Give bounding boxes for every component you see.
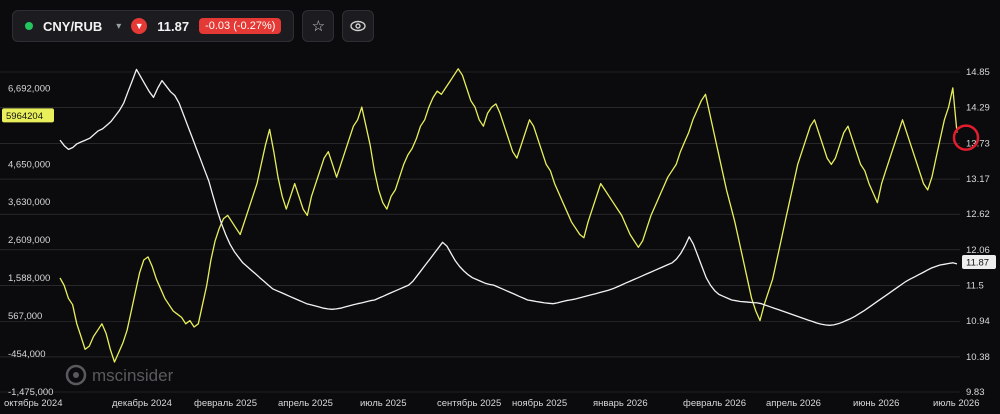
x-tick-label: декабрь 2024 [112,398,172,409]
watermark-text: mscinsider [92,366,174,385]
x-tick-label: сентябрь 2025 [437,398,501,409]
left-tick-label: 6,692,000 [8,83,50,94]
right-tick-label: 12.06 [966,245,990,256]
left-tick-label: 1,588,000 [8,273,50,284]
x-axis: октябрь 2024 декабрь 2024 февраль 2025 апре… [4,398,980,409]
x-tick-label: июль 2026 [933,398,980,409]
right-tick-label: 13.17 [966,174,990,185]
right-tick-label: 14.29 [966,103,990,114]
x-tick-label: октябрь 2024 [4,398,63,409]
x-tick-label: ноябрь 2025 [512,398,567,409]
x-tick-label: февраль 2026 [683,398,746,409]
x-tick-label: февраль 2025 [194,398,257,409]
right-highlight-label: 11.87 [966,257,989,268]
right-tick-label: 9.83 [966,387,985,398]
right-tick-label: 10.94 [966,316,990,327]
left-tick-label: -1,475,000 [8,387,53,398]
right-axis: 14.8514.2913.7313.1712.6212.0611.510.941… [962,67,996,398]
x-tick-label: июль 2025 [360,398,407,409]
x-tick-label: июнь 2026 [853,398,899,409]
price-chart[interactable]: 6,692,000 4,650,000 3,630,000 2,609,000 1,58… [0,0,1000,414]
x-tick-label: январь 2026 [593,398,648,409]
x-tick-label: апрель 2026 [766,398,821,409]
price-series-line [59,68,958,363]
left-tick-label: 2,609,000 [8,235,50,246]
left-tick-label: 567,000 [8,311,42,322]
left-highlight-label: 5964204 [6,111,43,122]
right-tick-label: 10.38 [966,352,990,363]
chart-series [59,68,958,363]
left-tick-label: -454,000 [8,349,46,360]
left-axis: 6,692,000 4,650,000 3,630,000 2,609,000 1,58… [2,83,54,398]
watermark: mscinsider [65,364,174,386]
left-tick-label: 3,630,000 [8,197,50,208]
right-tick-label: 11.5 [966,281,984,292]
x-tick-label: апрель 2025 [278,398,333,409]
right-tick-label: 12.62 [966,209,990,220]
left-tick-label: 4,650,000 [8,159,50,170]
right-tick-label: 14.85 [966,67,990,78]
